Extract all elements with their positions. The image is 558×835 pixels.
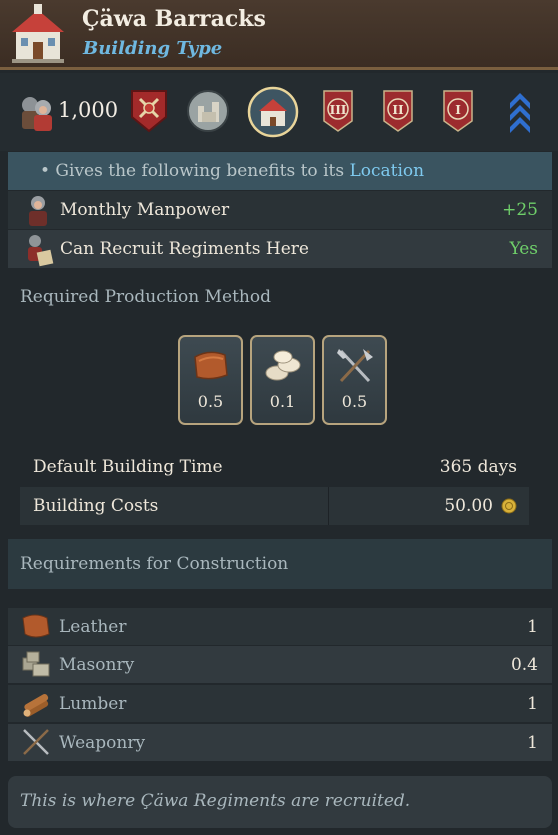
svg-text:II: II: [392, 103, 404, 117]
tier-I-icon[interactable]: I: [442, 89, 474, 133]
tier-II-icon[interactable]: II: [382, 89, 414, 133]
location-link[interactable]: Location: [349, 161, 424, 181]
shield-emblem-icon[interactable]: [130, 89, 168, 133]
requirements-header: Requirements for Construction: [8, 539, 552, 589]
requirement-row-weaponry: Weaponry 1: [8, 724, 552, 761]
requirements-label: Requirements for Construction: [20, 554, 289, 574]
rank-chevron-icon[interactable]: [508, 91, 532, 133]
lumber-icon: [23, 694, 49, 717]
building-costs-label: Building Costs: [33, 496, 159, 516]
requirement-label: Weaponry: [59, 733, 146, 753]
requirement-label: Masonry: [59, 655, 135, 675]
building-time-label: Default Building Time: [33, 457, 223, 477]
benefits-prefix: • Gives the following benefits to its: [40, 161, 350, 181]
building-type-link[interactable]: Building Type: [83, 38, 222, 59]
production-item-leather[interactable]: 0.5: [178, 335, 243, 425]
castle-icon[interactable]: [187, 90, 229, 132]
building-icon: [12, 4, 64, 63]
description-footer: This is where Çäwa Regiments are recruit…: [8, 776, 552, 828]
svg-text:III: III: [330, 103, 347, 117]
soldier-icon: [29, 196, 47, 226]
production-value: 0.1: [269, 392, 296, 411]
manpower-value: 1,000: [58, 98, 119, 122]
production-item-weaponry[interactable]: 0.5: [322, 335, 387, 425]
building-tooltip-panel: Çäwa Barracks Building Type 1,000 III II…: [0, 0, 558, 835]
recruit-icon: [28, 235, 54, 267]
benefit-row-recruit: Can Recruit Regiments Here Yes: [8, 230, 552, 268]
requirement-label: Leather: [59, 617, 127, 637]
requirement-value: 1: [527, 733, 538, 753]
production-method-label: Required Production Method: [20, 287, 271, 307]
requirement-row-masonry: Masonry 0.4: [8, 646, 552, 683]
production-value: 0.5: [197, 392, 224, 411]
benefits-header: • Gives the following benefits to its Lo…: [8, 152, 552, 190]
gold-coin-icon: [501, 498, 517, 514]
leather-icon: [22, 614, 50, 638]
requirement-value: 0.4: [510, 655, 538, 675]
building-costs-value: 50.00: [444, 496, 493, 516]
weaponry-icon: [23, 729, 49, 755]
building-time-value: 365 days: [439, 457, 517, 477]
requirement-row-leather: Leather 1: [8, 608, 552, 645]
building-icon-row: 1,000 III II I: [0, 73, 558, 151]
weaponry-icon: [337, 349, 373, 383]
benefit-value: Yes: [509, 239, 538, 259]
leather-icon: [194, 351, 228, 380]
benefit-label: Can Recruit Regiments Here: [60, 239, 309, 259]
production-item-cloth[interactable]: 0.1: [250, 335, 315, 425]
masonry-icon: [22, 651, 50, 677]
svg-text:I: I: [455, 103, 461, 117]
tier-III-icon[interactable]: III: [322, 89, 354, 133]
requirement-row-lumber: Lumber 1: [8, 685, 552, 722]
requirement-value: 1: [527, 617, 538, 637]
production-value: 0.5: [341, 392, 368, 411]
building-selected-icon[interactable]: [247, 86, 299, 138]
manpower-icon: [22, 97, 52, 131]
building-time-row: Default Building Time 365 days: [20, 448, 529, 486]
tooltip-header: Çäwa Barracks Building Type: [0, 0, 558, 70]
requirement-value: 1: [527, 694, 538, 714]
benefit-value: +25: [502, 200, 538, 220]
page-title: Çäwa Barracks: [82, 6, 266, 32]
description-text: This is where Çäwa Regiments are recruit…: [20, 791, 411, 811]
requirement-label: Lumber: [59, 694, 127, 714]
benefit-label: Monthly Manpower: [60, 200, 230, 220]
building-costs-row: Building Costs 50.00: [20, 487, 529, 525]
benefit-row-manpower: Monthly Manpower +25: [8, 191, 552, 229]
cloth-icon: [265, 350, 301, 381]
